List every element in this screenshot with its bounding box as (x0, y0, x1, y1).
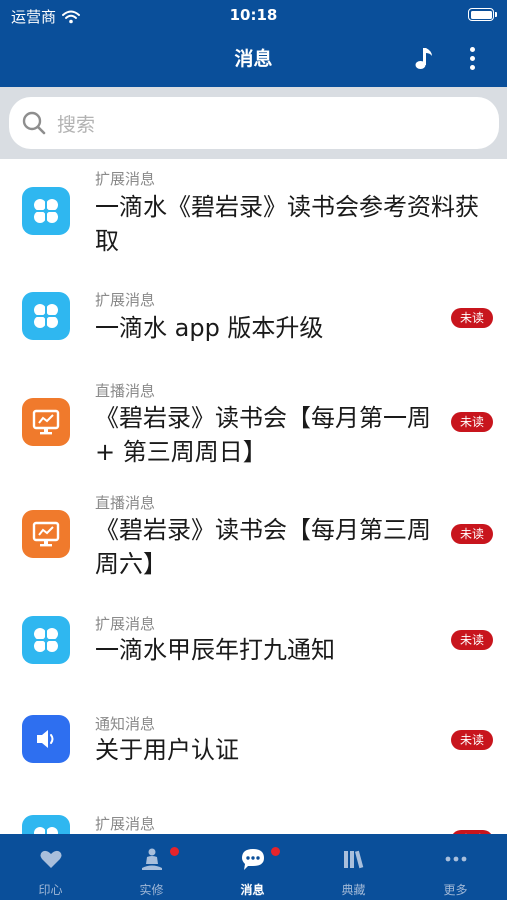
search-icon (22, 111, 46, 135)
message-list: 扩展消息 一滴水《碧岩录》读书会参考资料获取 扩展消息 一滴水 app 版本升级… (0, 159, 507, 834)
tab-yinxin[interactable]: 印心 (0, 834, 101, 900)
list-item[interactable]: 直播消息 《碧岩录》读书会【每月第一周 + 第三周周日】 未读 (0, 379, 507, 491)
message-category: 扩展消息 (95, 815, 156, 833)
unread-badge: 未读 (451, 630, 493, 650)
list-item[interactable]: 扩展消息 未读 (0, 813, 507, 834)
list-item[interactable]: 直播消息 《碧岩录》读书会【每月第三周周六】 未读 (0, 491, 507, 613)
live-monitor-icon (22, 510, 70, 558)
notification-dot (170, 847, 179, 856)
message-category: 扩展消息 (95, 170, 156, 188)
more-vertical-icon (469, 46, 475, 52)
list-item[interactable]: 通知消息 关于用户认证 未读 (0, 713, 507, 813)
message-title: 关于用户认证 (95, 736, 239, 764)
chat-bubble-icon (241, 849, 264, 870)
message-category: 直播消息 (95, 382, 156, 400)
meditation-icon (141, 848, 162, 870)
notification-dot (271, 847, 280, 856)
search-input[interactable]: 搜索 (9, 97, 499, 149)
tab-label: 典藏 (341, 883, 366, 897)
tab-shixiu[interactable]: 实修 (101, 834, 202, 900)
tab-label: 消息 (240, 883, 265, 897)
list-item[interactable]: 扩展消息 一滴水甲辰年打九通知 未读 (0, 613, 507, 713)
more-options-button[interactable] (458, 44, 486, 72)
tab-collection[interactable]: 典藏 (303, 834, 404, 900)
message-title: 《碧岩录》读书会【每月第一周 + 第三周周日】 (95, 404, 431, 466)
unread-badge: 未读 (451, 412, 493, 432)
music-note-icon (415, 48, 432, 69)
message-category: 扩展消息 (95, 291, 156, 309)
unread-badge: 未读 (451, 730, 493, 750)
tab-label: 印心 (38, 883, 63, 897)
status-bar: 运营商 10:18 (0, 0, 507, 32)
tab-more[interactable]: 更多 (404, 834, 507, 900)
message-category: 通知消息 (95, 715, 156, 733)
message-title: 一滴水《碧岩录》读书会参考资料获取 (95, 193, 479, 255)
clover-app-icon (22, 187, 70, 235)
heart-icon (40, 850, 61, 868)
list-item[interactable]: 扩展消息 一滴水《碧岩录》读书会参考资料获取 (0, 159, 507, 277)
speaker-icon (22, 715, 70, 763)
list-item[interactable]: 扩展消息 一滴水 app 版本升级 未读 (0, 277, 507, 379)
clover-app-icon (22, 815, 70, 834)
app-header: 运营商 10:18 消息 (0, 0, 507, 87)
clover-app-icon (22, 616, 70, 664)
message-category: 扩展消息 (95, 615, 156, 633)
tab-messages[interactable]: 消息 (202, 834, 303, 900)
search-placeholder: 搜索 (57, 113, 96, 136)
more-dots-icon (445, 856, 466, 862)
music-button[interactable] (408, 44, 438, 72)
tab-label: 实修 (139, 883, 164, 897)
message-title: 一滴水甲辰年打九通知 (95, 636, 335, 664)
clover-app-icon (22, 292, 70, 340)
tab-label: 更多 (443, 883, 468, 897)
unread-badge: 未读 (451, 308, 493, 328)
message-title: 《碧岩录》读书会【每月第三周周六】 (95, 516, 431, 578)
tab-bar: 印心 实修 消息 典藏 更多 (0, 834, 507, 900)
battery-icon (468, 8, 497, 21)
live-monitor-icon (22, 398, 70, 446)
unread-badge: 未读 (451, 524, 493, 544)
search-area: 搜索 (0, 87, 507, 159)
message-category: 直播消息 (95, 494, 156, 512)
clock: 10:18 (229, 6, 278, 24)
library-icon (343, 850, 363, 869)
message-title: 一滴水 app 版本升级 (95, 314, 324, 342)
